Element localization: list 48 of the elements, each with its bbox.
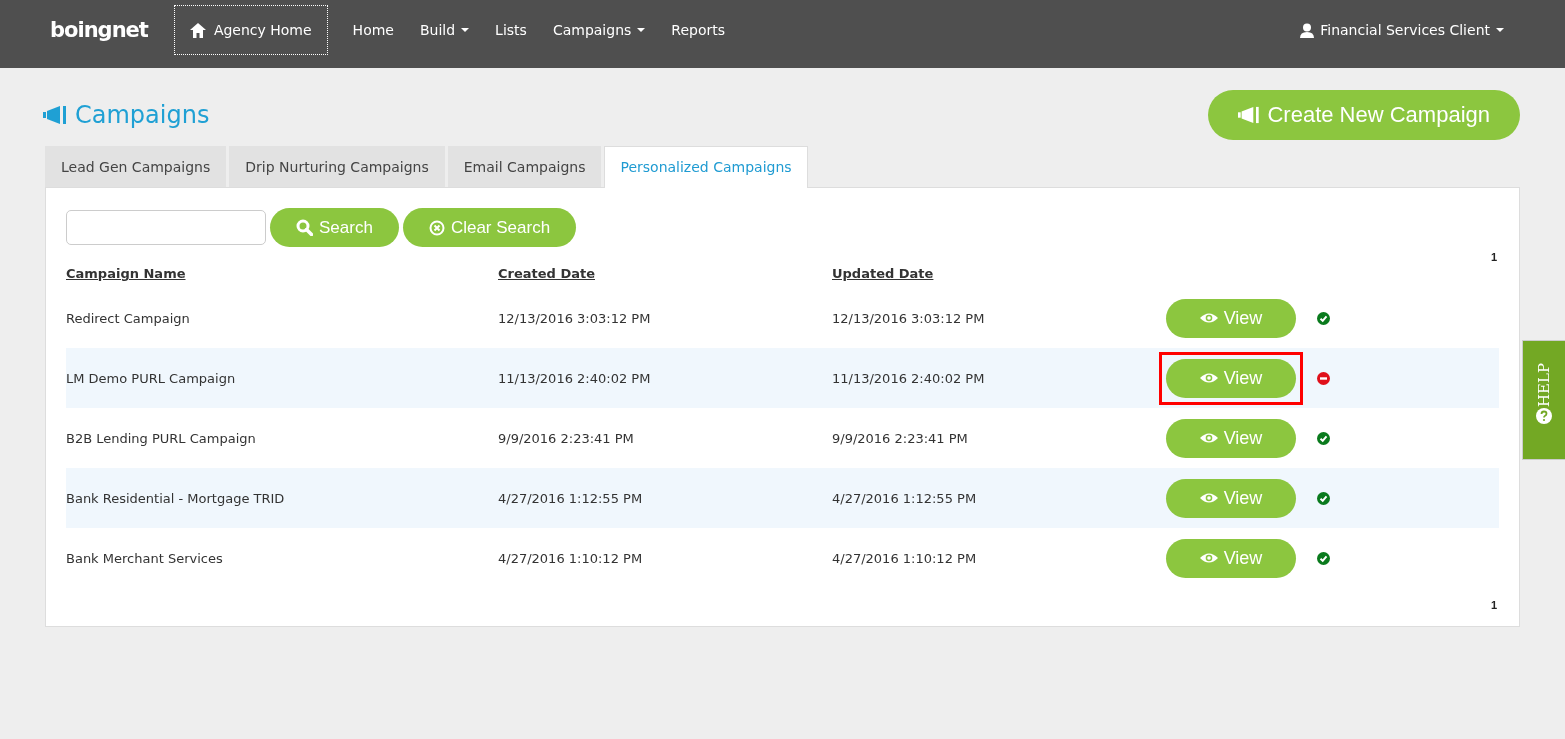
help-icon (1536, 408, 1552, 424)
table-cell-text: Bank Merchant Services (66, 550, 224, 566)
table-cell-text: 9/9/2016 2:23:41 PM (498, 430, 635, 446)
user-icon (1300, 22, 1315, 38)
eye-icon (1199, 432, 1218, 444)
table-cell-text: Bank Residential - Mortgage TRID (66, 490, 286, 506)
user-menu[interactable]: Financial Services Client (1287, 22, 1517, 38)
table-cell-text: 11/13/2016 2:40:02 PM (498, 370, 652, 386)
tab[interactable]: Email Campaigns (447, 146, 602, 187)
eye-icon (1199, 312, 1218, 324)
nav-link[interactable]: Campaigns (539, 22, 659, 38)
megaphone-icon (43, 105, 69, 125)
table-cell-text: 4/27/2016 1:10:12 PM (832, 550, 978, 566)
megaphone-icon (1238, 106, 1262, 124)
table-cell-text: 9/9/2016 2:23:41 PM (832, 430, 969, 446)
eye-icon (1199, 552, 1218, 564)
table-cell-text: 12/13/2016 3:03:12 PM (498, 310, 652, 326)
caret-icon (1496, 28, 1504, 32)
boingnet-logo: boingnet (50, 18, 148, 42)
tab[interactable]: Lead Gen Campaigns (45, 146, 227, 187)
clear-icon (428, 219, 445, 236)
caret-icon (637, 28, 646, 32)
table-cell-text: 4/27/2016 1:12:55 PM (498, 490, 644, 506)
page-title: Campaigns (43, 101, 210, 129)
eye-icon (1199, 492, 1218, 504)
table-cell-text: 4/27/2016 1:10:12 PM (498, 550, 644, 566)
nav-link[interactable]: Reports (658, 22, 738, 38)
nav-link[interactable]: Home (339, 22, 407, 38)
table-cell-text: B2B Lending PURL Campaign (66, 430, 257, 446)
home-icon (189, 22, 206, 38)
page-number-link[interactable]: 1 (1490, 251, 1497, 263)
table-cell-text: 11/13/2016 2:40:02 PM (832, 370, 986, 386)
search-field[interactable] (66, 210, 266, 245)
table-cell-text: Redirect Campaign (66, 310, 191, 326)
table-cell-text: 12/13/2016 3:03:12 PM (832, 310, 986, 326)
search-icon (296, 219, 313, 236)
agency-home-link[interactable]: Agency Home (173, 5, 328, 55)
tab[interactable]: Drip Nurturing Campaigns (229, 146, 445, 187)
caret-icon (461, 28, 470, 32)
column-header[interactable]: Updated Date (832, 266, 1166, 281)
eye-icon (1199, 372, 1218, 384)
nav-link[interactable]: Lists (482, 22, 540, 38)
column-header[interactable]: Campaign Name (66, 266, 498, 281)
column-header[interactable]: Created Date (498, 266, 832, 281)
table-cell-text: LM Demo PURL Campaign (66, 370, 237, 386)
table-cell-text: 4/27/2016 1:12:55 PM (832, 490, 978, 506)
page-number-link[interactable]: 1 (1490, 599, 1497, 611)
nav-link[interactable]: Build (406, 22, 483, 38)
